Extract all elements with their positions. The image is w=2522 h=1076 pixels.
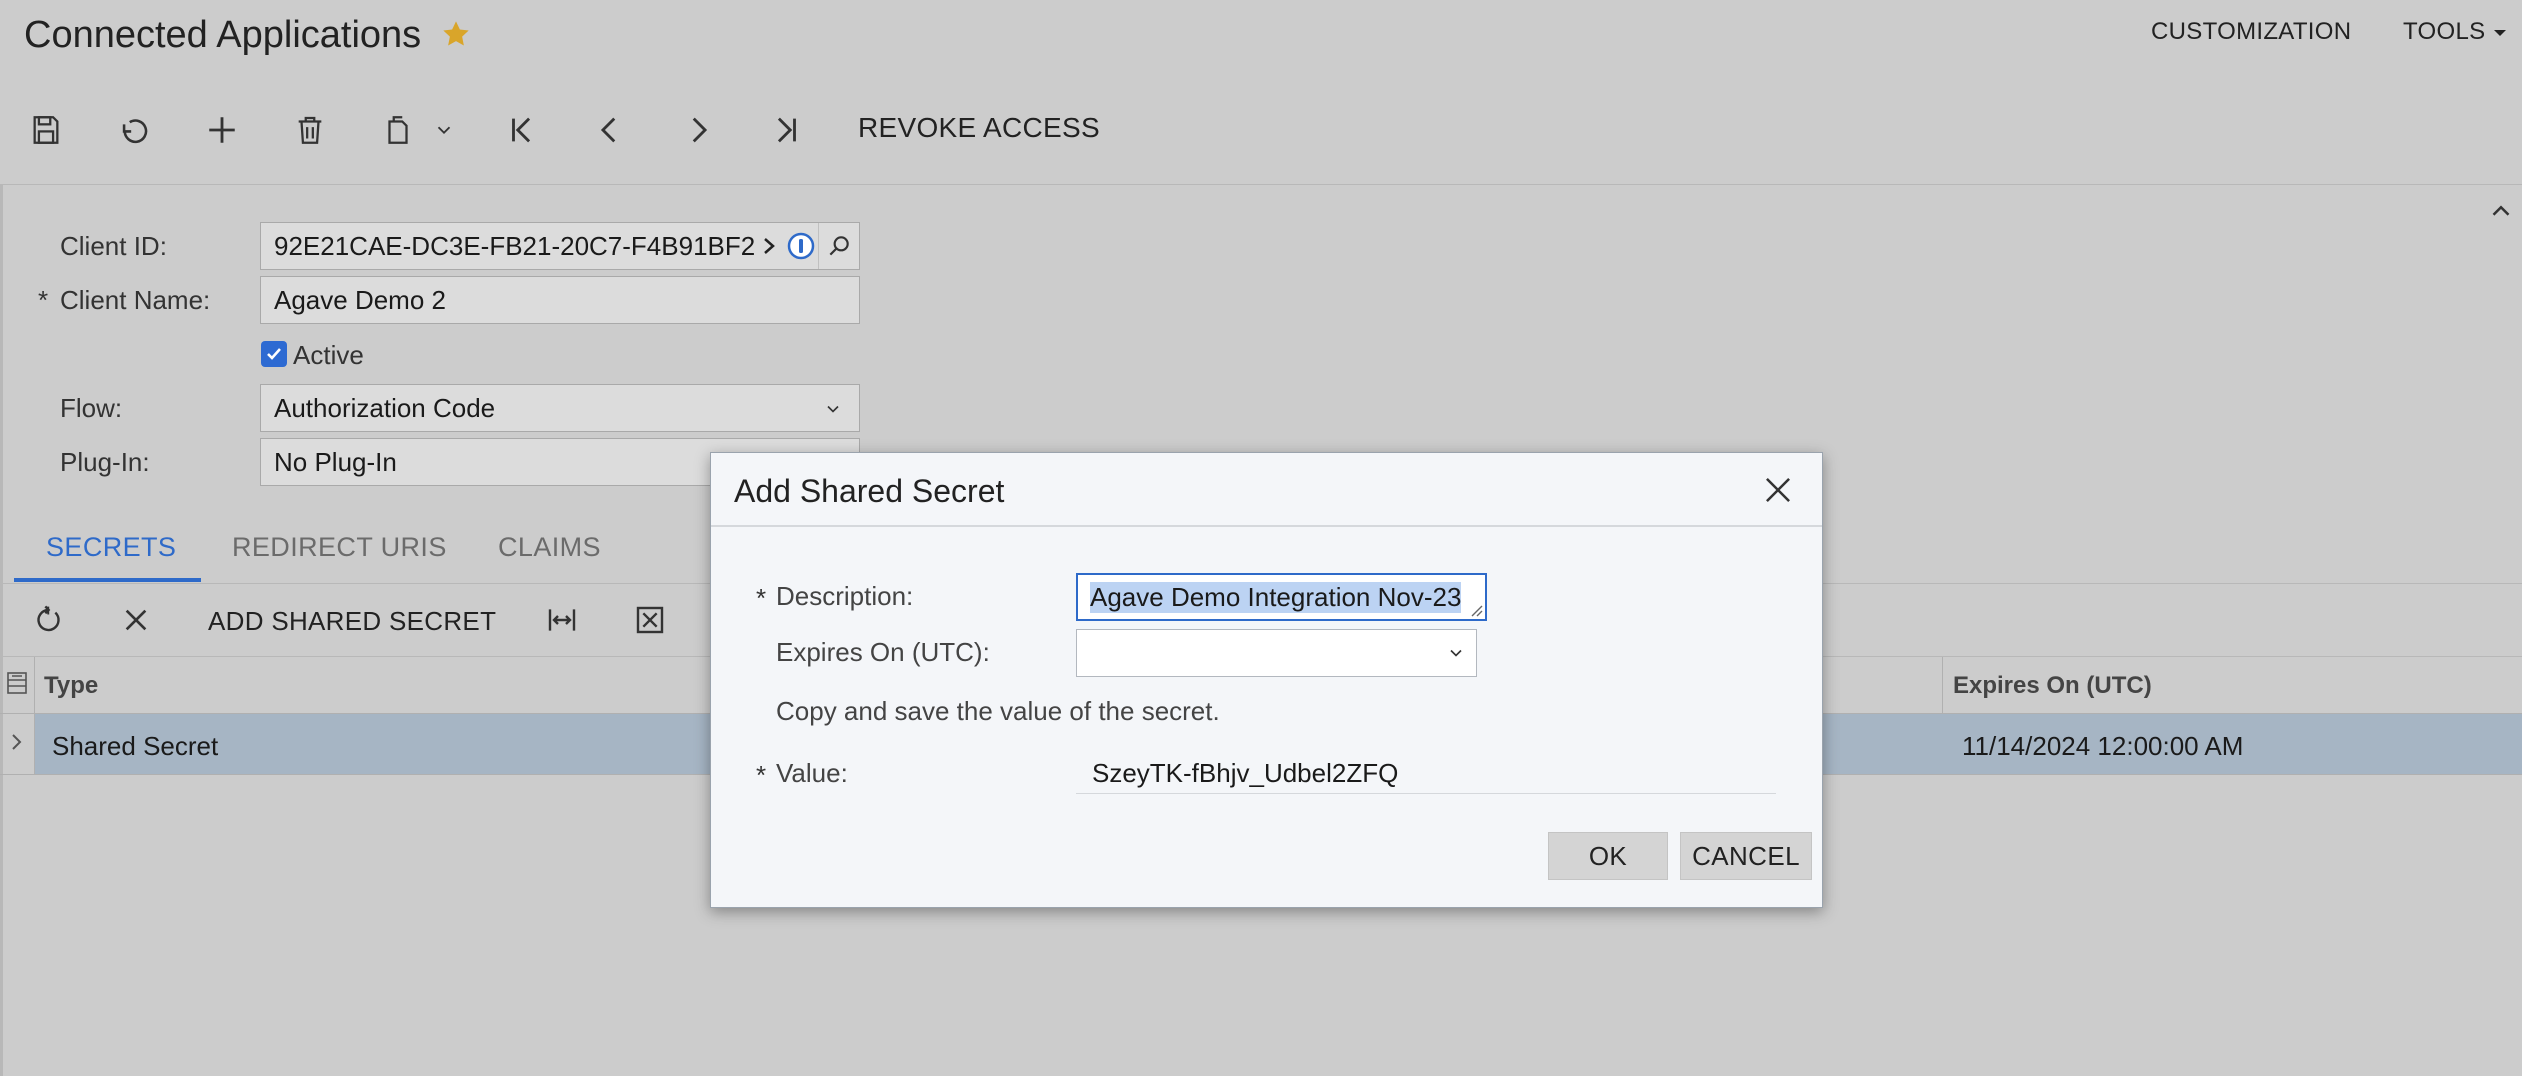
client-name-field[interactable]: Agave Demo 2 xyxy=(260,276,860,324)
previous-record-icon[interactable] xyxy=(588,108,632,152)
undo-icon[interactable] xyxy=(112,108,156,152)
column-separator xyxy=(1942,657,1943,713)
cell-expires-on: 11/14/2024 12:00:00 AM xyxy=(1962,731,2244,761)
chevron-down-icon[interactable] xyxy=(424,108,464,152)
cancel-button[interactable]: CANCEL xyxy=(1680,832,1812,880)
tab-redirect-uris[interactable]: REDIRECT URIS xyxy=(232,532,447,563)
chevron-down-icon xyxy=(827,405,839,413)
client-name-value: Agave Demo 2 xyxy=(274,284,446,315)
required-asterisk: * xyxy=(756,583,767,613)
column-header-type[interactable]: Type xyxy=(44,672,98,700)
client-id-value: 92E21CAE-DC3E-FB21-20C7-F4B91BF2 xyxy=(274,230,756,261)
flow-value: Authorization Code xyxy=(274,392,496,423)
save-icon[interactable] xyxy=(24,108,68,152)
checkmark-icon xyxy=(267,348,281,360)
client-name-label: Client Name: xyxy=(60,285,211,315)
lookup-search-icon[interactable] xyxy=(818,223,859,269)
description-input[interactable]: Agave Demo Integration Nov-23 xyxy=(1076,573,1487,621)
export-excel-icon[interactable] xyxy=(628,598,672,642)
copy-secret-note: Copy and save the value of the secret. xyxy=(776,696,1220,726)
tools-menu[interactable]: TOOLS xyxy=(2403,18,2507,46)
tools-menu-label: TOOLS xyxy=(2403,18,2486,45)
value-underline xyxy=(1076,793,1776,794)
close-icon[interactable] xyxy=(114,598,158,642)
panel-left-border xyxy=(0,184,3,1076)
delete-icon[interactable] xyxy=(288,108,332,152)
secret-value: SzeyTK-fBhjv_Udbel2ZFQ xyxy=(1092,758,1399,788)
chevron-down-icon xyxy=(1450,649,1462,657)
add-shared-secret-dialog: Add Shared Secret * Description: Agave D… xyxy=(710,452,1823,908)
close-icon[interactable] xyxy=(1759,471,1797,509)
active-checkbox[interactable] xyxy=(261,341,287,367)
description-value: Agave Demo Integration Nov-23 xyxy=(1090,581,1462,613)
column-header-expires-on[interactable]: Expires On (UTC) xyxy=(1953,672,2152,700)
refresh-icon[interactable] xyxy=(26,598,70,642)
required-asterisk: * xyxy=(756,760,767,790)
expires-on-label: Expires On (UTC): xyxy=(776,637,990,667)
resize-handle-icon[interactable] xyxy=(1469,603,1483,617)
active-label: Active xyxy=(293,340,364,370)
caret-down-icon xyxy=(2494,29,2507,36)
page-title: Connected Applications xyxy=(24,14,422,56)
value-label: Value: xyxy=(776,758,848,788)
client-id-label: Client ID: xyxy=(60,231,167,261)
tab-secrets[interactable]: SECRETS xyxy=(46,532,176,563)
copy-paste-icon[interactable] xyxy=(376,108,420,152)
description-label: Description: xyxy=(776,581,914,611)
dialog-title: Add Shared Secret xyxy=(734,473,1005,509)
customization-menu[interactable]: CUSTOMIZATION xyxy=(2151,18,2351,46)
revoke-access-button[interactable]: REVOKE ACCESS xyxy=(858,112,1100,144)
flow-label: Flow: xyxy=(60,393,123,423)
collapse-chevron-up-icon[interactable] xyxy=(2486,196,2516,226)
add-shared-secret-button[interactable]: ADD SHARED SECRET xyxy=(208,606,496,637)
required-asterisk: * xyxy=(38,285,49,315)
plugin-value: No Plug-In xyxy=(274,446,397,477)
fit-columns-icon[interactable] xyxy=(540,598,584,642)
ok-button[interactable]: OK xyxy=(1548,832,1668,880)
expand-row-chevron-icon[interactable] xyxy=(8,728,28,756)
row-selector-icon[interactable] xyxy=(6,671,30,695)
chevron-right-icon xyxy=(764,238,776,254)
expires-on-select[interactable] xyxy=(1076,629,1477,677)
next-record-icon[interactable] xyxy=(676,108,720,152)
add-icon[interactable] xyxy=(200,108,244,152)
favorite-star-icon[interactable] xyxy=(440,18,472,50)
first-record-icon[interactable] xyxy=(500,108,544,152)
password-manager-icon[interactable] xyxy=(787,232,815,260)
cell-type: Shared Secret xyxy=(52,731,219,761)
active-tab-indicator xyxy=(14,578,201,582)
column-separator xyxy=(34,657,35,775)
plugin-label: Plug-In: xyxy=(60,447,150,477)
tab-claims[interactable]: CLAIMS xyxy=(498,532,601,563)
flow-select[interactable]: Authorization Code xyxy=(260,384,860,432)
last-record-icon[interactable] xyxy=(764,108,808,152)
client-id-field[interactable]: 92E21CAE-DC3E-FB21-20C7-F4B91BF2 xyxy=(260,222,860,270)
